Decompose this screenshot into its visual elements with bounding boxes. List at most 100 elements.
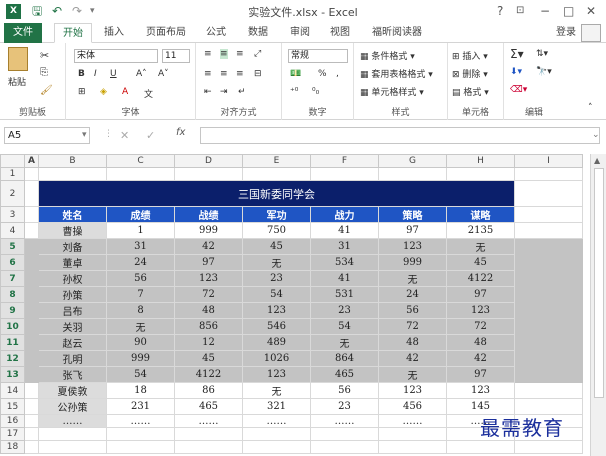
tab-insert[interactable]: 插入: [104, 23, 124, 43]
name-cell[interactable]: 关羽: [38, 318, 107, 335]
percent-icon[interactable]: %: [318, 69, 327, 79]
cell[interactable]: [24, 398, 39, 415]
help-button[interactable]: ?: [497, 3, 503, 19]
cell[interactable]: [106, 427, 175, 441]
column-header[interactable]: C: [106, 154, 175, 168]
shrink-font-icon[interactable]: A˅: [158, 69, 169, 79]
cell[interactable]: [38, 167, 107, 181]
value-cell[interactable]: 45: [446, 254, 515, 271]
row-header[interactable]: 6: [0, 254, 25, 271]
value-cell[interactable]: 56: [310, 382, 379, 399]
align-middle-icon[interactable]: ≡: [220, 49, 228, 59]
name-cell[interactable]: ……: [38, 414, 107, 428]
find-select-icon[interactable]: 🔭▾: [536, 67, 552, 77]
cell[interactable]: [174, 440, 243, 454]
tab-foxit-reader[interactable]: 福昕阅读器: [372, 23, 422, 43]
value-cell[interactable]: 321: [242, 398, 311, 415]
row-header[interactable]: 3: [0, 206, 25, 223]
value-cell[interactable]: 1: [106, 222, 175, 239]
cell[interactable]: [514, 302, 583, 319]
cell[interactable]: [24, 270, 39, 287]
value-cell[interactable]: 31: [310, 238, 379, 255]
value-cell[interactable]: 465: [310, 366, 379, 383]
scroll-thumb[interactable]: [594, 168, 604, 398]
borders-icon[interactable]: ⊞: [78, 87, 86, 97]
row-header[interactable]: 8: [0, 286, 25, 303]
underline-icon[interactable]: U: [110, 69, 117, 79]
cell[interactable]: [38, 427, 107, 441]
decrease-decimal-icon[interactable]: ⁰₀: [312, 87, 319, 97]
value-cell[interactable]: 56: [378, 302, 447, 319]
name-cell[interactable]: 张飞: [38, 366, 107, 383]
value-cell[interactable]: 97: [174, 254, 243, 271]
value-cell[interactable]: 2135: [446, 222, 515, 239]
value-cell[interactable]: 无: [242, 254, 311, 271]
number-format-select[interactable]: 常规: [288, 49, 348, 63]
select-all-corner[interactable]: [0, 154, 25, 168]
value-cell[interactable]: 123: [174, 270, 243, 287]
cell[interactable]: [378, 427, 447, 441]
value-cell[interactable]: ……: [242, 414, 311, 428]
orientation-icon[interactable]: ⤢: [254, 49, 261, 59]
row-header[interactable]: 5: [0, 238, 25, 255]
cell[interactable]: [242, 427, 311, 441]
cell[interactable]: [24, 286, 39, 303]
row-header[interactable]: 4: [0, 222, 25, 239]
align-center-icon[interactable]: ≡: [220, 69, 228, 79]
cell[interactable]: [514, 334, 583, 351]
cell[interactable]: [514, 238, 583, 255]
table-title[interactable]: 三国新委同学会: [38, 180, 515, 207]
scroll-up-icon[interactable]: ▲: [594, 156, 600, 165]
tab-home[interactable]: 开始: [54, 23, 92, 43]
increase-indent-icon[interactable]: ⇥: [220, 87, 228, 97]
row-header[interactable]: 10: [0, 318, 25, 335]
phonetic-icon[interactable]: 文: [144, 87, 153, 100]
align-right-icon[interactable]: ≡: [236, 69, 244, 79]
cell[interactable]: [106, 167, 175, 181]
row-header[interactable]: 18: [0, 440, 25, 454]
tab-formulas[interactable]: 公式: [206, 23, 226, 43]
table-header[interactable]: 战力: [310, 206, 379, 223]
value-cell[interactable]: 48: [174, 302, 243, 319]
value-cell[interactable]: 12: [174, 334, 243, 351]
cell[interactable]: [24, 167, 39, 181]
grow-font-icon[interactable]: A˄: [136, 69, 147, 79]
value-cell[interactable]: 18: [106, 382, 175, 399]
cell[interactable]: [446, 167, 515, 181]
value-cell[interactable]: 97: [446, 286, 515, 303]
value-cell[interactable]: 231: [106, 398, 175, 415]
cell[interactable]: [24, 366, 39, 383]
cut-icon[interactable]: ✂: [40, 49, 49, 62]
cell[interactable]: [24, 350, 39, 367]
row-header[interactable]: 12: [0, 350, 25, 367]
table-header[interactable]: 军功: [242, 206, 311, 223]
cell[interactable]: [514, 350, 583, 367]
decrease-indent-icon[interactable]: ⇤: [204, 87, 212, 97]
cell[interactable]: [24, 254, 39, 271]
column-header[interactable]: B: [38, 154, 107, 168]
value-cell[interactable]: 97: [378, 222, 447, 239]
conditional-format-button[interactable]: ▦ 条件格式 ▾: [360, 49, 415, 62]
login-link[interactable]: 登录: [556, 23, 576, 43]
ribbon-display-icon[interactable]: ⊡: [516, 3, 524, 19]
cell[interactable]: [310, 440, 379, 454]
name-cell[interactable]: 赵云: [38, 334, 107, 351]
row-header[interactable]: 14: [0, 382, 25, 399]
merge-center-icon[interactable]: ⊟: [254, 69, 262, 79]
row-header[interactable]: 7: [0, 270, 25, 287]
comma-style-icon[interactable]: ,: [336, 69, 339, 79]
value-cell[interactable]: 123: [378, 382, 447, 399]
cell[interactable]: [24, 318, 39, 335]
wrap-text-icon[interactable]: ↵: [238, 87, 246, 97]
value-cell[interactable]: 无: [378, 270, 447, 287]
cancel-icon[interactable]: ✕: [120, 129, 129, 142]
cell[interactable]: [24, 440, 39, 454]
tab-data[interactable]: 数据: [248, 23, 268, 43]
column-header[interactable]: A: [24, 154, 39, 168]
value-cell[interactable]: 45: [174, 350, 243, 367]
value-cell[interactable]: 456: [378, 398, 447, 415]
tab-view[interactable]: 视图: [330, 23, 350, 43]
increase-decimal-icon[interactable]: ⁺⁰: [290, 87, 298, 97]
value-cell[interactable]: 23: [310, 398, 379, 415]
row-header[interactable]: 2: [0, 180, 25, 207]
